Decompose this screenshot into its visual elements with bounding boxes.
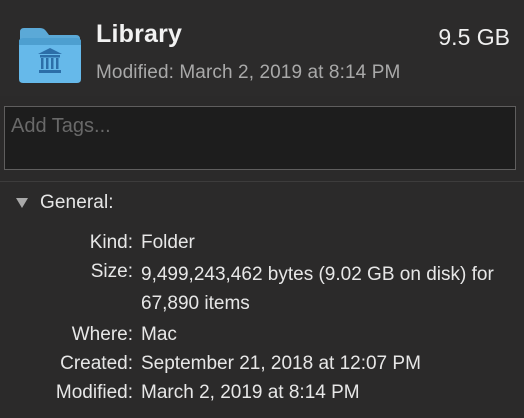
- triangle-down-icon[interactable]: [14, 195, 30, 211]
- general-section-toggle[interactable]: General:: [14, 190, 114, 216]
- general-section-label: General:: [40, 192, 114, 213]
- created-label: Created:: [60, 353, 133, 374]
- file-size-summary: 9.5 GB: [438, 24, 510, 50]
- general-info-list: Kind: Folder Size: 9,499,243,462 bytes (…: [28, 231, 508, 410]
- kind-row: Kind: Folder: [28, 231, 508, 255]
- size-row: Size: 9,499,243,462 bytes (9.02 GB on di…: [28, 260, 508, 318]
- where-row: Where: Mac: [28, 323, 508, 347]
- modified-summary: Modified: March 2, 2019 at 8:14 PM: [96, 62, 401, 83]
- where-label: Where:: [71, 324, 133, 345]
- created-row: Created: September 21, 2018 at 12:07 PM: [28, 352, 508, 376]
- created-value: September 21, 2018 at 12:07 PM: [141, 353, 421, 374]
- size-value: 9,499,243,462 bytes (9.02 GB on disk) fo…: [141, 264, 494, 314]
- file-info-header: Library 9.5 GB Modified: March 2, 2019 a…: [0, 0, 524, 96]
- library-folder-icon: [19, 28, 81, 83]
- kind-label: Kind:: [89, 232, 133, 253]
- kind-value: Folder: [141, 232, 195, 253]
- section-divider: [0, 181, 524, 182]
- add-tags-input[interactable]: [9, 109, 509, 163]
- modified-label: Modified:: [55, 382, 133, 403]
- size-label: Size:: [90, 261, 133, 282]
- modified-row: Modified: March 2, 2019 at 8:14 PM: [28, 381, 508, 405]
- where-value: Mac: [141, 324, 177, 345]
- modified-value: March 2, 2019 at 8:14 PM: [141, 382, 360, 403]
- file-title: Library: [96, 20, 183, 48]
- tags-field-container: [4, 106, 516, 170]
